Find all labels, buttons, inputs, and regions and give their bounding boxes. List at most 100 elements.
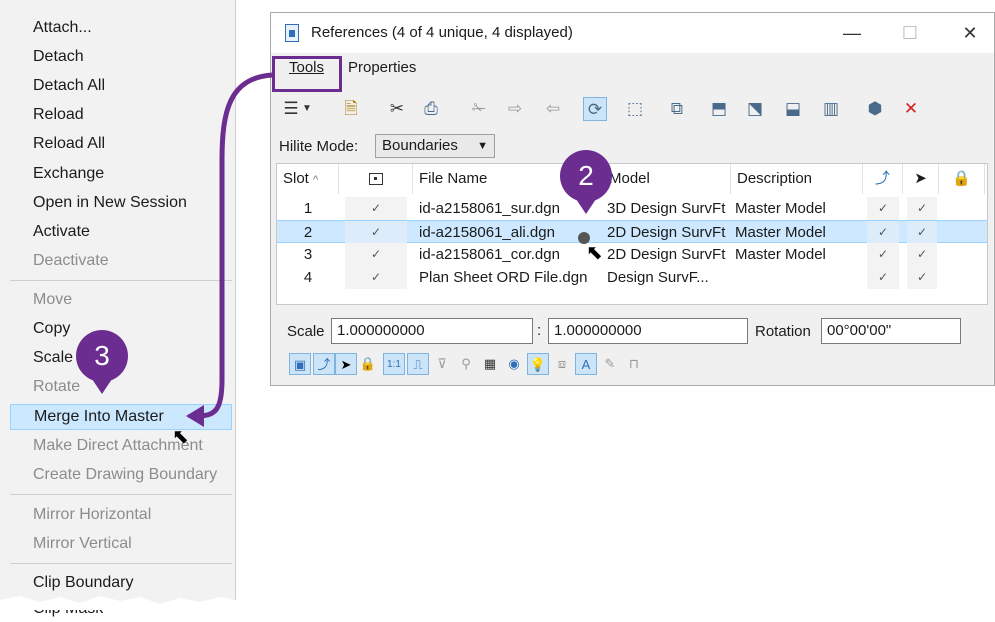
menu-bar: Tools Properties xyxy=(271,53,994,83)
snap-toggle-icon[interactable]: ⤴ xyxy=(313,353,335,375)
menu-item-mirror-vertical: Mirror Vertical xyxy=(33,535,132,552)
clip-mask-icon[interactable]: ⬓ xyxy=(781,97,805,121)
locate-check[interactable]: ✓ xyxy=(907,197,937,220)
table-row[interactable]: 1 ✓ id-a2158061_sur.dgn 3D Design SurvFt… xyxy=(277,197,987,220)
snap-check[interactable]: ✓ xyxy=(867,243,899,266)
close-button[interactable]: ✕ xyxy=(955,19,985,47)
detach-reference-icon[interactable]: ✂ xyxy=(385,97,409,121)
menu-item-detach-all[interactable]: Detach All xyxy=(10,73,232,99)
locate-toggle-icon[interactable]: ➤ xyxy=(335,353,357,375)
maximize-button: ☐ xyxy=(901,23,919,43)
clip-back-icon[interactable]: ⊽ xyxy=(431,353,453,375)
menu-item-create-drawing-boundary: Create Drawing Boundary xyxy=(33,466,218,483)
hilite-mode-label: Hilite Mode: xyxy=(279,138,359,155)
menu-item-attach[interactable]: Attach... xyxy=(10,15,232,41)
mouse-pointer-icon: ⬉ xyxy=(172,426,189,448)
snap-check[interactable]: ✓ xyxy=(867,221,899,244)
slot-cell: 2 xyxy=(303,224,313,241)
menu-item-deactivate: Deactivate xyxy=(33,252,109,269)
column-header-description[interactable]: Description xyxy=(731,164,863,194)
model-cell: 2D Design SurvFt xyxy=(607,246,726,263)
delete-attachment-icon[interactable]: ✕ xyxy=(899,97,923,121)
clip-front-icon[interactable]: ⚲ xyxy=(455,353,477,375)
display-check[interactable]: ✓ xyxy=(345,221,407,244)
table-row-selected[interactable]: 2 ✓ id-a2158061_ali.dgn 2D Design SurvFt… xyxy=(277,220,987,244)
reference-context-menu: Attach... Detach Detach All Reload Reloa… xyxy=(0,0,236,617)
scale-line-styles-icon[interactable]: ⎍ xyxy=(407,353,429,375)
table-row[interactable]: 4 ✓ Plan Sheet ORD File.dgn Design SurvF… xyxy=(277,266,987,289)
menu-item-merge-into-master[interactable]: Merge Into Master xyxy=(10,404,232,430)
copy-reference-icon[interactable]: ⇦ xyxy=(541,97,565,121)
locate-check[interactable]: ✓ xyxy=(907,221,937,244)
scale-x-input[interactable]: 1.000000000 xyxy=(331,318,533,344)
tools-highlight-box xyxy=(272,56,342,92)
column-header-slot[interactable]: Slot ^ xyxy=(277,164,339,194)
file-name-cell: id-a2158061_ali.dgn xyxy=(419,224,555,241)
callout-2-badge: 2 xyxy=(560,150,612,202)
move-reference-icon[interactable]: ⇨ xyxy=(503,97,527,121)
snap-column-icon[interactable]: ⤴ xyxy=(863,164,903,194)
column-header-model[interactable]: Model xyxy=(603,164,731,194)
georeference-icon[interactable]: ⧈ xyxy=(551,353,573,375)
scale-y-input[interactable]: 1.000000000 xyxy=(548,318,748,344)
true-scale-icon[interactable]: 1:1 xyxy=(383,353,405,375)
locate-check[interactable]: ✓ xyxy=(907,266,937,289)
snap-check[interactable]: ✓ xyxy=(867,266,899,289)
sort-up-icon: ^ xyxy=(313,174,319,186)
menu-item-detach[interactable]: Detach xyxy=(10,44,232,70)
menu-separator xyxy=(10,494,232,495)
menu-item-activate[interactable]: Activate xyxy=(10,219,232,245)
slot-cell: 3 xyxy=(303,246,313,263)
clip-delete-icon[interactable]: ▥ xyxy=(819,97,843,121)
torn-edge xyxy=(0,596,236,610)
clip-boundary-icon[interactable]: ⬔ xyxy=(743,97,767,121)
column-header-display[interactable] xyxy=(339,164,413,194)
level-display-icon[interactable]: ▦ xyxy=(479,353,501,375)
exchange-reference-icon[interactable]: ✁ xyxy=(467,97,491,121)
attach-reference-icon[interactable]: 🗎 xyxy=(339,97,363,121)
rotate-reference-icon[interactable]: ⟳ xyxy=(583,97,607,121)
unlock-icon[interactable]: ⊓ xyxy=(623,353,645,375)
menu-item-reload-all[interactable]: Reload All xyxy=(10,131,232,157)
menu-item-open-new-session[interactable]: Open in New Session xyxy=(10,190,232,216)
lock-toggle-icon[interactable]: 🔒 xyxy=(357,353,379,375)
minimize-button[interactable]: — xyxy=(837,19,867,47)
display-check[interactable]: ✓ xyxy=(345,266,407,289)
chevron-down-icon: ▼ xyxy=(477,140,488,152)
snap-check[interactable]: ✓ xyxy=(867,197,899,220)
menu-properties[interactable]: Properties xyxy=(348,59,416,76)
locate-column-icon[interactable]: ➤ xyxy=(903,164,939,194)
mirror-vertical-icon[interactable]: ⬒ xyxy=(707,97,731,121)
reload-reference-icon[interactable]: ⎙ xyxy=(419,97,443,121)
menu-item-reload[interactable]: Reload xyxy=(10,102,232,128)
rotation-input[interactable]: 00°00'00" xyxy=(821,318,961,344)
menu-item-rotate: Rotate xyxy=(33,378,81,395)
mouse-pointer-icon: ⬉ xyxy=(586,242,603,264)
raster-icon[interactable]: ◉ xyxy=(503,353,525,375)
display-toggle-icon[interactable]: ▣ xyxy=(289,353,311,375)
title-bar: References (4 of 4 unique, 4 displayed) … xyxy=(271,13,994,53)
menu-item-mirror-horizontal: Mirror Horizontal xyxy=(33,506,152,523)
tree-view-icon[interactable]: ☰ xyxy=(279,97,303,121)
lock-column-icon[interactable]: 🔒 xyxy=(939,164,985,194)
scale-reference-icon[interactable]: ⬚ xyxy=(623,97,647,121)
mirror-horizontal-icon[interactable]: ⧉ xyxy=(665,97,689,121)
hilite-mode-select[interactable]: Boundaries ▼ xyxy=(375,134,495,158)
lighting-icon[interactable]: 💡 xyxy=(527,353,549,375)
slot-cell: 4 xyxy=(303,269,313,286)
menu-item-exchange[interactable]: Exchange xyxy=(10,161,232,187)
description-cell xyxy=(735,266,863,289)
comments-icon[interactable]: ✎ xyxy=(599,353,621,375)
annotation-scale-icon[interactable]: A xyxy=(575,353,597,375)
scale-separator: : xyxy=(537,322,542,339)
display-check[interactable]: ✓ xyxy=(345,197,407,220)
callout-3-badge: 3 xyxy=(76,330,128,382)
display-check[interactable]: ✓ xyxy=(345,243,407,266)
table-row[interactable]: 3 ✓ id-a2158061_cor.dgn 2D Design SurvFt… xyxy=(277,243,987,266)
file-name-cell: id-a2158061_cor.dgn xyxy=(419,246,560,263)
references-table: Slot ^ File Name Model Description ⤴ ➤ 🔒… xyxy=(276,163,988,305)
locate-check[interactable]: ✓ xyxy=(907,243,937,266)
dropdown-arrow-icon[interactable]: ▼ xyxy=(301,97,313,121)
menu-item-clip-boundary[interactable]: Clip Boundary xyxy=(10,570,232,596)
3d-model-icon[interactable]: ⬢ xyxy=(863,97,887,121)
